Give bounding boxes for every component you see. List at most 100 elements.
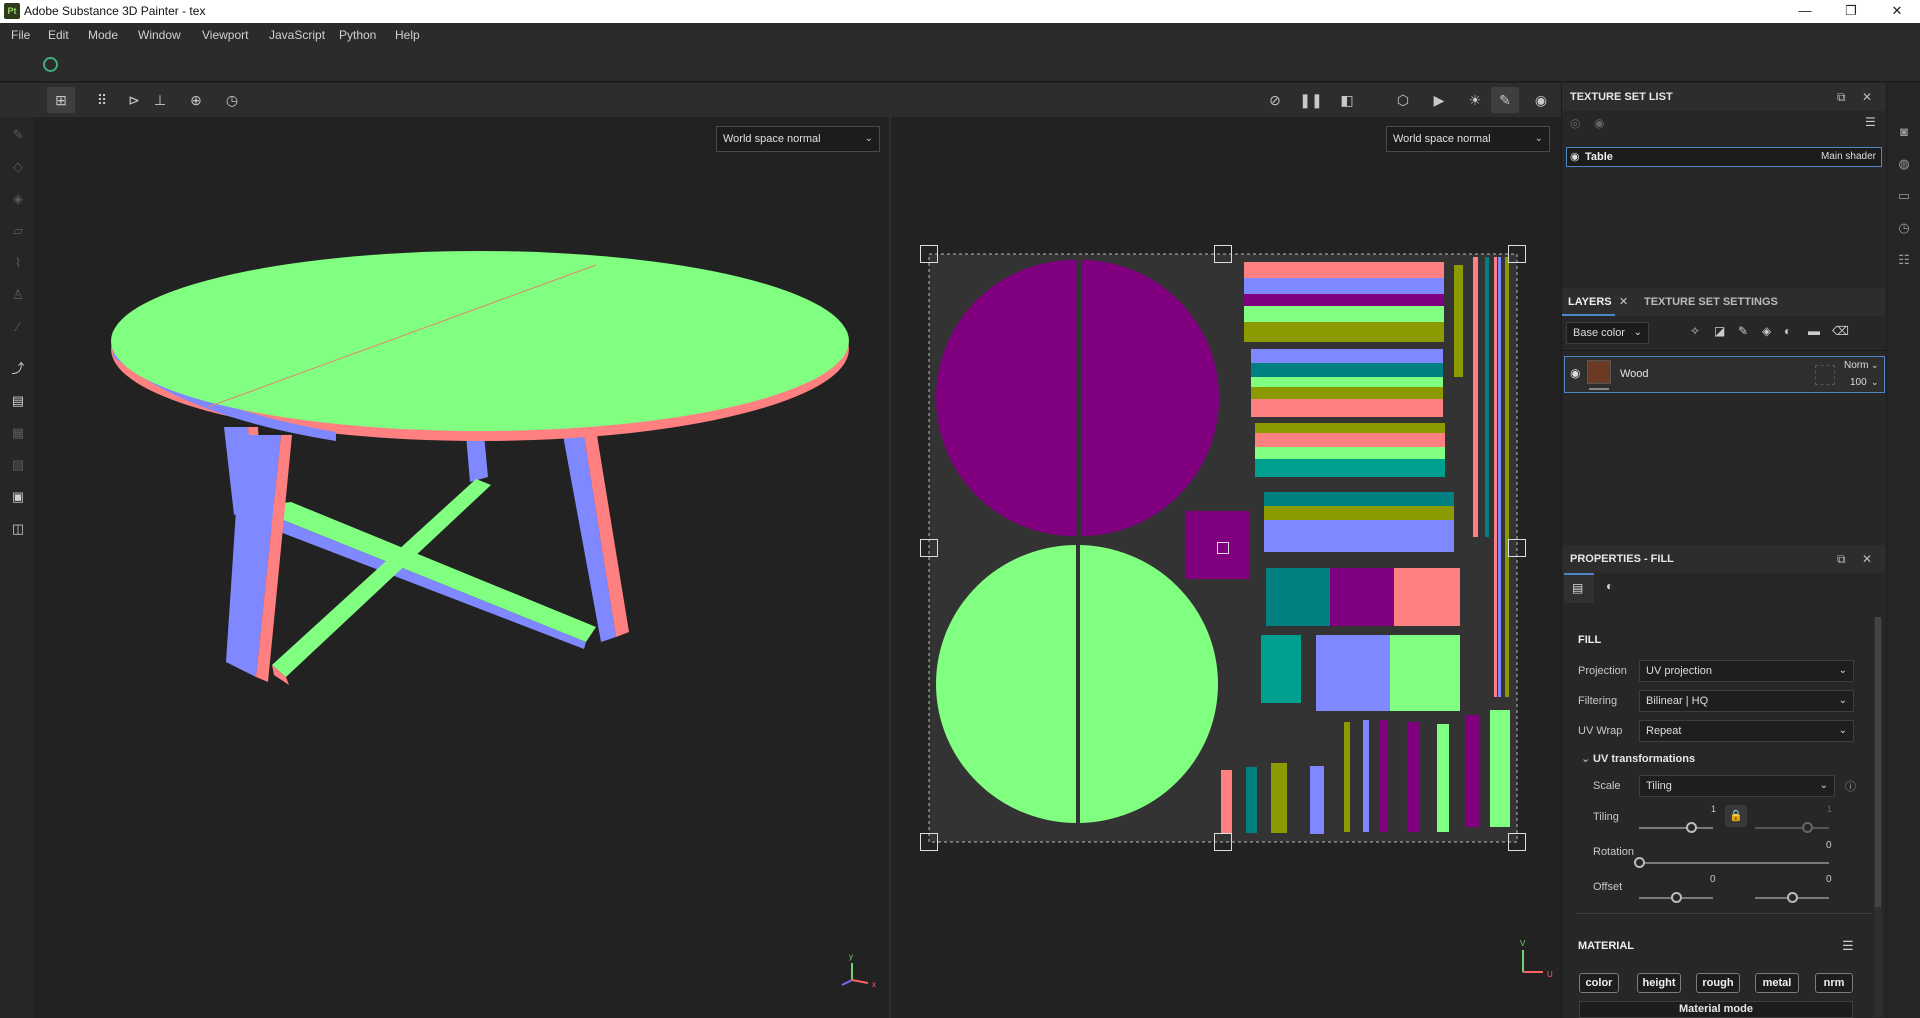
- blend-mode-select[interactable]: Norm: [1844, 360, 1868, 371]
- solo-eye-icon[interactable]: ◉: [1594, 116, 1604, 130]
- lock-icon[interactable]: 🔒: [1725, 805, 1747, 827]
- maximize-button[interactable]: ❐: [1828, 0, 1874, 23]
- document-icon[interactable]: ▣: [8, 487, 28, 507]
- menu-viewport[interactable]: Viewport: [202, 28, 248, 42]
- offset-value-1[interactable]: 0: [1710, 874, 1716, 885]
- rotation-slider[interactable]: [1639, 862, 1829, 864]
- geometry-mask-icon[interactable]: ▨: [8, 455, 28, 475]
- visibility-toggle-icon[interactable]: ◎: [1570, 116, 1580, 130]
- menu-javascript[interactable]: JavaScript: [269, 28, 325, 42]
- uv-transformations-toggle[interactable]: UV transformations: [1593, 753, 1695, 765]
- bake-icon[interactable]: ▦: [8, 423, 28, 443]
- rotation-slider-knob[interactable]: [1634, 857, 1645, 868]
- transform-handle-bottom-right[interactable]: [1508, 833, 1526, 851]
- tiling-value-1[interactable]: 1: [1711, 804, 1716, 814]
- tiling-slider-2-knob[interactable]: [1801, 822, 1813, 833]
- clone-tool-icon[interactable]: ♙: [8, 285, 28, 305]
- close-panel-icon[interactable]: ✕: [1862, 545, 1872, 573]
- selection-mode-icon[interactable]: ⊞: [47, 87, 75, 113]
- menu-icon[interactable]: ☰: [1865, 115, 1876, 129]
- layer-row[interactable]: ◉ Wood Norm ⌄ 100 ⌄: [1564, 356, 1885, 393]
- offset-slider-2-knob[interactable]: [1787, 892, 1798, 903]
- history-icon[interactable]: ◷: [218, 87, 246, 113]
- light-icon[interactable]: ☀: [1461, 87, 1489, 113]
- material-menu-icon[interactable]: ☰: [1842, 938, 1854, 954]
- layer-mask-slot[interactable]: [1815, 365, 1835, 385]
- symmetry-icon[interactable]: ⊳: [120, 87, 148, 113]
- add-folder-icon[interactable]: ▬: [1808, 324, 1820, 338]
- pause-icon[interactable]: ❚❚: [1297, 87, 1325, 113]
- add-icon[interactable]: ⊕: [182, 87, 210, 113]
- eye-icon[interactable]: ◉: [1570, 150, 1580, 163]
- tiling-slider-1-knob[interactable]: [1685, 822, 1697, 833]
- add-smart-material-icon[interactable]: ◐: [1784, 324, 1791, 338]
- add-paint-layer-icon[interactable]: ✎: [1738, 324, 1748, 338]
- transform-handle-bottom-left[interactable]: [920, 833, 938, 851]
- eraser-tool-icon[interactable]: ◇: [8, 157, 28, 177]
- camera-icon[interactable]: ▶: [1425, 87, 1453, 113]
- projection-tool-icon[interactable]: ◈: [8, 189, 28, 209]
- material-properties-icon[interactable]: ◐: [1606, 579, 1613, 593]
- channel-chip-rough[interactable]: rough: [1696, 973, 1740, 993]
- history-panel-icon[interactable]: ◷: [1895, 219, 1913, 237]
- display-mode-icon[interactable]: ⬡: [1389, 87, 1417, 113]
- add-effect-icon[interactable]: ✧: [1690, 324, 1700, 338]
- tab-fill-properties[interactable]: ▤: [1564, 573, 1594, 603]
- align-icon[interactable]: ⊥: [146, 87, 174, 113]
- log-icon[interactable]: ☷: [1895, 251, 1913, 269]
- filtering-dropdown[interactable]: Bilinear | HQ ⌄: [1639, 690, 1854, 712]
- computation-status-icon[interactable]: [43, 57, 58, 72]
- learn-icon[interactable]: ◫: [8, 519, 28, 539]
- menu-window[interactable]: Window: [138, 28, 181, 42]
- transform-handle-right[interactable]: [1508, 539, 1526, 557]
- scrollbar-thumb[interactable]: [1875, 617, 1881, 907]
- close-panel-icon[interactable]: ✕: [1862, 83, 1872, 111]
- smudge-tool-icon[interactable]: ⌇: [8, 253, 28, 273]
- transform-handle-top-right[interactable]: [1508, 245, 1526, 263]
- offset-value-2[interactable]: 0: [1826, 874, 1832, 885]
- info-icon[interactable]: ⓘ: [1845, 778, 1856, 794]
- transform-handle-left[interactable]: [920, 539, 938, 557]
- channel-chip-nrm[interactable]: nrm: [1815, 973, 1853, 993]
- transform-pivot-handle[interactable]: [1217, 542, 1229, 554]
- layer-name[interactable]: Wood: [1620, 368, 1649, 380]
- menu-python[interactable]: Python: [339, 28, 376, 42]
- texture-set-item[interactable]: ◉ Table Main shader: [1566, 147, 1882, 167]
- paint-mode-icon[interactable]: ✎: [1491, 87, 1519, 113]
- transform-handle-bottom[interactable]: [1214, 833, 1232, 851]
- add-mask-icon[interactable]: ◪: [1714, 324, 1725, 338]
- export-tool-icon[interactable]: ⤴: [8, 359, 28, 379]
- undock-icon[interactable]: ⧉: [1837, 545, 1846, 573]
- color-picker-tool-icon[interactable]: ⁄: [8, 317, 28, 337]
- menu-help[interactable]: Help: [395, 28, 420, 42]
- opacity-value[interactable]: 100: [1850, 377, 1867, 388]
- shader-settings-icon[interactable]: ◍: [1895, 155, 1913, 173]
- channel-chip-metal[interactable]: metal: [1755, 973, 1799, 993]
- delete-layer-icon[interactable]: ⌫: [1832, 324, 1849, 338]
- add-fill-layer-icon[interactable]: ◈: [1762, 324, 1771, 338]
- tiling-slider-1[interactable]: [1639, 827, 1713, 829]
- tiling-slider-2[interactable]: [1755, 827, 1829, 829]
- tab-texture-set-settings[interactable]: TEXTURE SET SETTINGS: [1644, 296, 1778, 308]
- polygon-fill-tool-icon[interactable]: ▱: [8, 221, 28, 241]
- assets-icon[interactable]: ▤: [8, 391, 28, 411]
- viewport-3d[interactable]: World space normal ⌄ y x: [36, 117, 889, 1018]
- chevron-down-icon[interactable]: ⌄: [1581, 752, 1590, 765]
- tab-layers[interactable]: LAYERS: [1568, 296, 1612, 308]
- menu-edit[interactable]: Edit: [48, 28, 69, 42]
- transform-handle-top[interactable]: [1214, 245, 1232, 263]
- menu-mode[interactable]: Mode: [88, 28, 118, 42]
- display-settings-icon[interactable]: ◙: [1895, 123, 1913, 141]
- close-window-button[interactable]: ✕: [1874, 0, 1920, 23]
- scale-dropdown[interactable]: Tiling ⌄: [1639, 775, 1835, 797]
- properties-scrollbar[interactable]: [1874, 617, 1882, 1017]
- split-view-icon[interactable]: ◧: [1333, 87, 1361, 113]
- channel-dropdown[interactable]: Base color ⌄: [1566, 322, 1649, 344]
- library-icon[interactable]: ▭: [1895, 187, 1913, 205]
- texture-set-shader[interactable]: Main shader: [1821, 151, 1876, 162]
- close-tab-icon[interactable]: ✕: [1619, 295, 1628, 308]
- offset-slider-1-knob[interactable]: [1671, 892, 1682, 903]
- minimize-button[interactable]: —: [1782, 0, 1828, 23]
- projection-dropdown[interactable]: UV projection ⌄: [1639, 660, 1854, 682]
- channel-chip-color[interactable]: color: [1579, 973, 1619, 993]
